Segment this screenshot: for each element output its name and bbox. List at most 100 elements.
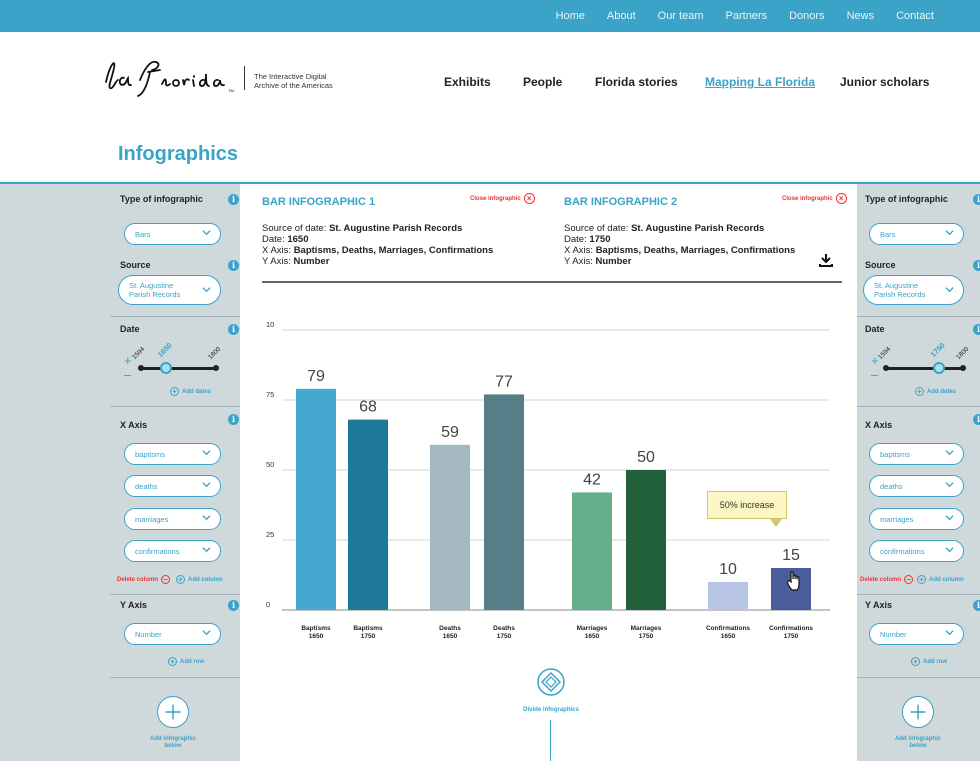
la-florida-logo[interactable]: TM: [100, 50, 245, 102]
date-slider-track[interactable]: [885, 367, 963, 370]
delete-column-label: Delete column: [860, 577, 902, 584]
info-icon[interactable]: i: [228, 414, 239, 425]
bar-year-label: 1650: [443, 633, 458, 640]
yaxis-line: Y Axis: Number: [564, 256, 795, 267]
date-slider-knob[interactable]: [933, 362, 945, 374]
logo-divider: [244, 66, 245, 90]
x-axis-select-confirmations[interactable]: confirmations: [124, 540, 221, 562]
x-axis-select-marriages[interactable]: marriages: [869, 508, 964, 530]
x-axis-select-deaths[interactable]: deaths: [124, 475, 221, 497]
delete-column-button[interactable]: Delete column –: [860, 575, 916, 584]
add-infographic-plus-icon[interactable]: [902, 696, 934, 728]
info-icon[interactable]: i: [973, 414, 980, 425]
info-icon[interactable]: i: [228, 600, 239, 611]
bar-category-label: Baptisms: [301, 625, 331, 632]
info-icon[interactable]: i: [973, 260, 980, 271]
zoom-out-minus-icon[interactable]: –: [871, 368, 878, 381]
close-infographic-2-button[interactable]: Close infographic ×: [782, 193, 847, 204]
chevron-down-icon: [202, 515, 211, 521]
add-dates-button[interactable]: + Add dates: [915, 387, 956, 396]
x-axis-select-deaths[interactable]: deaths: [869, 475, 964, 497]
divide-infographics-icon[interactable]: [537, 668, 565, 696]
close-infographic-1-button[interactable]: Close infographic ×: [470, 193, 535, 204]
x-axis-select-baptisms[interactable]: baptisms: [124, 443, 221, 465]
date-heading: Date: [120, 324, 140, 334]
download-icon[interactable]: [818, 252, 834, 268]
y-axis-select-value: Number: [135, 629, 162, 639]
meta-divider: [262, 281, 842, 283]
bar-value-label: 68: [359, 399, 377, 416]
bar: [296, 388, 336, 610]
chevron-down-icon: [945, 230, 954, 236]
info-icon[interactable]: i: [973, 600, 980, 611]
bar: [572, 492, 612, 610]
nav-people[interactable]: People: [523, 75, 562, 89]
nav-exhibits[interactable]: Exhibits: [444, 75, 491, 89]
x-axis-select-baptisms[interactable]: baptisms: [869, 443, 964, 465]
y-axis-select[interactable]: Number: [869, 623, 964, 645]
x-axis-heading: X Axis: [120, 420, 148, 430]
nav-florida-stories[interactable]: Florida stories: [595, 75, 678, 89]
chevron-down-icon: [202, 230, 211, 236]
source-heading: Source: [120, 260, 151, 270]
top-nav-our-team[interactable]: Our team: [658, 10, 704, 22]
add-column-button[interactable]: + Add column: [917, 575, 964, 584]
top-nav-home[interactable]: Home: [556, 10, 585, 22]
zoom-out-minus-icon[interactable]: –: [124, 368, 131, 381]
top-nav-donors[interactable]: Donors: [789, 10, 824, 22]
infographic-1-title: BAR INFOGRAPHIC 1: [262, 196, 376, 208]
add-row-button[interactable]: + Add row: [911, 657, 947, 666]
remove-circle-icon: –: [161, 575, 171, 584]
type-select[interactable]: Bars: [869, 223, 964, 245]
panel-divider: [110, 677, 240, 678]
add-circle-icon: +: [917, 575, 926, 584]
nav-mapping-la-florida[interactable]: Mapping La Florida: [705, 75, 815, 89]
x-axis-select-marriages[interactable]: marriages: [124, 508, 221, 530]
top-nav-news[interactable]: News: [847, 10, 875, 22]
yaxis-label: Y Axis:: [262, 256, 294, 267]
top-nav-about[interactable]: About: [607, 10, 636, 22]
logo-tagline-line1: The Interactive Digital: [254, 72, 327, 81]
add-circle-icon: +: [168, 657, 177, 666]
date-selected-label: 1750: [928, 340, 947, 359]
divide-infographics-label[interactable]: Divide infographics: [513, 707, 589, 713]
date-max-label: 1800: [207, 345, 223, 361]
info-icon[interactable]: i: [973, 194, 980, 205]
date-selected-label: 1650: [155, 340, 174, 359]
type-select-value: Bars: [135, 229, 151, 239]
bar-value-label: 50: [637, 449, 655, 466]
bar: [430, 444, 470, 610]
chevron-down-icon: [945, 287, 954, 293]
top-nav-contact[interactable]: Contact: [896, 10, 934, 22]
bar-value-label: 79: [307, 368, 325, 385]
panel-divider: [110, 316, 240, 317]
info-icon[interactable]: i: [973, 324, 980, 335]
add-dates-button[interactable]: + Add dates: [170, 387, 211, 396]
top-nav-partners[interactable]: Partners: [726, 10, 768, 22]
source-select[interactable]: St. Augustine Parish Records: [118, 275, 221, 305]
yaxis-line: Y Axis: Number: [262, 256, 493, 267]
date-slider-knob[interactable]: [160, 362, 172, 374]
panel-divider: [857, 406, 980, 407]
info-icon[interactable]: i: [228, 260, 239, 271]
source-label: Source of date:: [564, 223, 632, 234]
add-infographic-plus-icon[interactable]: [157, 696, 189, 728]
delete-column-button[interactable]: Delete column –: [117, 575, 173, 584]
type-select[interactable]: Bars: [124, 223, 221, 245]
svg-text:TM: TM: [228, 88, 234, 93]
bar: [348, 419, 388, 610]
yaxis-value: Number: [595, 256, 632, 267]
info-icon[interactable]: i: [228, 324, 239, 335]
source-select[interactable]: St. Augustine Parish Records: [863, 275, 964, 305]
add-row-button[interactable]: + Add row: [168, 657, 204, 666]
xaxis-line: X Axis: Baptisms, Deaths, Marriages, Con…: [564, 245, 795, 256]
x-axis-select-confirmations[interactable]: confirmations: [869, 540, 964, 562]
date-slider-track[interactable]: [140, 367, 216, 370]
info-icon[interactable]: i: [228, 194, 239, 205]
y-axis-select[interactable]: Number: [124, 623, 221, 645]
bar-category-label: Baptisms: [353, 625, 383, 632]
add-circle-icon: +: [915, 387, 924, 396]
nav-junior-scholars[interactable]: Junior scholars: [840, 75, 929, 89]
add-column-button[interactable]: + Add column: [176, 575, 223, 584]
chevron-down-icon: [202, 482, 211, 488]
